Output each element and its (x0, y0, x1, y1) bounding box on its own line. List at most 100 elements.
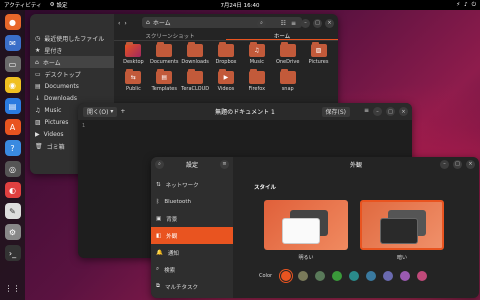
files-sidebar-documents[interactable]: ▤ Documents (30, 80, 114, 92)
editor-header: 開く(O) ▾ + 無題のドキュメント 1 保存(S) ≡ – □ × (78, 103, 412, 120)
pictures-folder-icon: ▨ (310, 42, 327, 57)
view-toggle-icon[interactable]: ☷ (281, 20, 286, 27)
bluetooth-icon: ᛒ (156, 198, 160, 205)
text-editor-icon[interactable]: ✎ (4, 203, 21, 219)
sidebar-item-bluetooth[interactable]: ᛒ Bluetooth (151, 193, 233, 210)
sidebar-item-background[interactable]: ▣ 背景 (151, 210, 233, 227)
sidebar-item-notifications[interactable]: 🔔 通知 (151, 244, 233, 261)
folder-item[interactable]: snap (272, 69, 303, 92)
network-icon: ⇅ (156, 181, 161, 188)
software-icon[interactable]: A (4, 119, 21, 135)
menu-icon[interactable]: ≡ (291, 20, 296, 27)
settings-sidebar-header: ⌕ 設定 ≡ (151, 157, 233, 171)
accent-swatch[interactable] (281, 271, 292, 281)
theme-light-label: 明るい (298, 255, 314, 261)
theme-light-option[interactable] (264, 200, 348, 250)
folder-icon (187, 42, 204, 57)
editor-title: 無題のドキュメント 1 (215, 109, 275, 116)
files-sidebar-starred[interactable]: ★ 星付き (30, 44, 114, 56)
folder-item[interactable]: Downloads (180, 42, 211, 65)
sidebar-item-appearance[interactable]: ◧ 外観 (151, 227, 233, 244)
folder-item[interactable]: TeraCLOUD (180, 69, 211, 92)
maximize-button[interactable]: □ (313, 18, 322, 28)
accent-swatch[interactable] (366, 271, 377, 281)
terminal-icon[interactable]: ›_ (4, 245, 21, 261)
tab-home[interactable]: ホーム (226, 32, 338, 40)
files-icon[interactable]: ▭ (4, 56, 21, 72)
minimize-button[interactable]: – (440, 159, 449, 169)
folder-item[interactable]: ▨ Pictures (303, 42, 334, 65)
files-sidebar-desktop[interactable]: ▭ デスクトップ (30, 68, 114, 80)
accent-swatch[interactable] (315, 271, 326, 281)
line-number: 1 (82, 123, 86, 129)
sidebar-item-search[interactable]: ⌕ 検索 (151, 261, 233, 278)
theme-preview-front (380, 218, 418, 244)
folder-item[interactable]: ♫ Music (241, 42, 272, 65)
close-button[interactable]: × (466, 159, 475, 169)
folder-item[interactable]: Dropbox (211, 42, 242, 65)
folder-item[interactable]: Firefox (241, 69, 272, 92)
files-sidebar-recent[interactable]: ◷ 最近使用したファイル (30, 32, 114, 44)
trash-icon: 🗑 (35, 142, 43, 150)
folder-item[interactable]: Desktop (118, 42, 149, 65)
files-sidebar-home[interactable]: ⌂ ホーム (30, 56, 114, 68)
top-bar: アクティビティ ⚙ 設定 7月24日 16:40 ⚡ ♪ ⏻ (0, 0, 480, 10)
folder-item[interactable]: ⇆ Public (118, 69, 149, 92)
search-icon: ⌕ (156, 266, 160, 272)
accent-swatch[interactable] (417, 271, 428, 281)
star-icon: ★ (35, 46, 41, 54)
help-icon[interactable]: ? (4, 140, 21, 156)
rhythmbox-icon[interactable]: ◉ (4, 77, 21, 93)
settings-icon[interactable]: ⚙ (4, 224, 21, 240)
save-button[interactable]: 保存(S) (321, 106, 350, 117)
thunderbird-icon[interactable]: ✉ (4, 35, 21, 51)
clock-icon: ◷ (35, 34, 41, 42)
minimize-button[interactable]: – (373, 107, 382, 116)
picture-icon: ▨ (35, 118, 41, 126)
accent-swatch[interactable] (349, 271, 360, 281)
power-icon: ⏻ (471, 1, 476, 8)
show-apps-icon[interactable]: ⋮⋮ (5, 280, 21, 296)
tab-screenshots[interactable]: スクリーンショット (114, 32, 226, 40)
color-label: Color (259, 273, 273, 279)
maximize-button[interactable]: □ (386, 107, 395, 116)
folder-icon (187, 69, 204, 84)
settings-main-header: 外観 – □ × (233, 157, 479, 171)
folder-item[interactable]: Documents (149, 42, 180, 65)
network-icon: ⚡ (456, 2, 461, 8)
chrome-icon[interactable]: ◐ (4, 182, 21, 198)
accent-swatch[interactable] (332, 271, 343, 281)
theme-dark-option[interactable] (360, 200, 444, 250)
folder-item[interactable]: ▶ Videos (211, 69, 242, 92)
accent-swatch[interactable] (298, 271, 309, 281)
path-bar[interactable]: ⌂ ホーム (142, 17, 302, 28)
clock[interactable]: 7月24日 16:40 (0, 1, 480, 9)
volume-icon: ♪ (464, 2, 468, 8)
accent-swatch[interactable] (383, 271, 394, 281)
forward-icon[interactable]: › (124, 20, 126, 27)
writer-icon[interactable]: ▤ (4, 98, 21, 114)
folder-icon (217, 42, 234, 57)
minimize-button[interactable]: – (301, 18, 310, 28)
videos-folder-icon: ▶ (217, 69, 234, 84)
search-icon[interactable]: ⌕ (257, 18, 266, 28)
menu-icon[interactable]: ≡ (220, 159, 229, 169)
folder-icon (279, 69, 296, 84)
firefox-icon[interactable]: ● (4, 14, 21, 30)
theme-preview-front (282, 218, 320, 244)
disc-icon[interactable]: ◎ (4, 161, 21, 177)
appearance-icon: ◧ (156, 232, 162, 239)
settings-sidebar: ⌕ 設定 ≡ ⇅ ネットワーク ᛒ Bluetooth ▣ 背景 ◧ 外観 🔔 通知 ⌕ 検… (151, 157, 233, 298)
accent-swatch[interactable] (400, 271, 411, 281)
maximize-button[interactable]: □ (453, 159, 462, 169)
folder-item[interactable]: OneDrive (272, 42, 303, 65)
menu-icon[interactable]: ≡ (364, 107, 369, 116)
folder-item[interactable]: ▤ Templates (149, 69, 180, 92)
close-button[interactable]: × (399, 107, 408, 116)
back-icon[interactable]: ‹ (118, 20, 120, 27)
sidebar-item-network[interactable]: ⇅ ネットワーク (151, 176, 233, 193)
music-folder-icon: ♫ (248, 42, 265, 57)
close-button[interactable]: × (325, 18, 334, 28)
system-tray[interactable]: ⚡ ♪ ⏻ (456, 2, 476, 9)
sidebar-item-multitasking[interactable]: ⧉ マルチタスク (151, 278, 233, 295)
